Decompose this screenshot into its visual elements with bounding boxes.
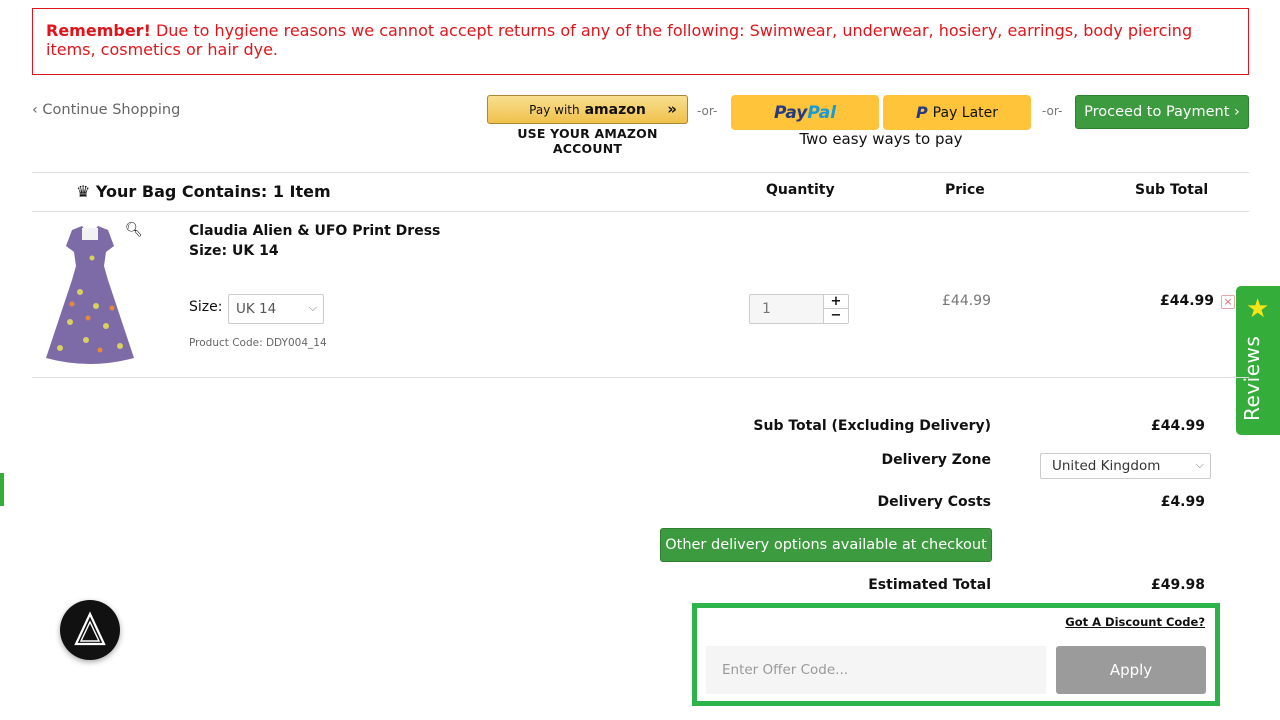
increase-quantity-button[interactable]: + bbox=[824, 295, 848, 309]
price-header: Price bbox=[945, 182, 985, 198]
or-separator: -or- bbox=[1042, 104, 1063, 118]
unit-price: £44.99 bbox=[942, 293, 991, 309]
quantity-buttons: + − bbox=[823, 295, 848, 323]
size-label: Size: bbox=[189, 299, 223, 315]
pay-later-label: Pay Later bbox=[932, 104, 999, 121]
chevron-down-icon: ⌵ bbox=[1195, 458, 1204, 471]
amazon-pay-with: Pay with bbox=[529, 102, 580, 117]
decrease-quantity-button[interactable]: − bbox=[824, 309, 848, 323]
basket-icon: ♛ bbox=[76, 182, 91, 201]
delivery-costs-label: Delivery Costs bbox=[877, 494, 992, 510]
row-subtotal: £44.99 bbox=[1160, 293, 1215, 309]
or-separator: -or- bbox=[697, 104, 718, 118]
reviews-label: Reviews bbox=[1240, 335, 1264, 421]
hygiene-notice: Remember! Due to hygiene reasons we cann… bbox=[32, 8, 1249, 75]
paypal-caption: Two easy ways to pay bbox=[799, 130, 963, 148]
reviews-tab[interactable]: ★ Reviews bbox=[1236, 286, 1280, 435]
size-select-value: UK 14 bbox=[236, 301, 277, 317]
paypal-logo-pay: Pay bbox=[773, 102, 808, 123]
amazon-logo: amazon bbox=[584, 101, 646, 118]
product-name[interactable]: Claudia Alien & UFO Print Dress bbox=[189, 221, 440, 241]
notice-title: Remember! bbox=[46, 21, 151, 40]
notice-text: Due to hygiene reasons we cannot accept … bbox=[46, 21, 1193, 59]
delivery-zone-label: Delivery Zone bbox=[881, 452, 991, 468]
bag-title-text: Your Bag Contains: 1 Item bbox=[95, 182, 331, 201]
chevron-down-icon: ⌵ bbox=[308, 301, 317, 314]
estimated-total-label: Estimated Total bbox=[868, 577, 991, 593]
logo-icon bbox=[74, 611, 106, 646]
paypal-icon: P bbox=[915, 103, 928, 122]
subtotal-label: Sub Total (Excluding Delivery) bbox=[753, 418, 991, 434]
size-select[interactable]: UK 14 ⌵ bbox=[228, 294, 324, 324]
amazon-account-caption: USE YOUR AMAZON ACCOUNT bbox=[517, 126, 658, 156]
remove-item-icon[interactable]: × bbox=[1221, 295, 1235, 309]
estimated-total-value: £49.98 bbox=[1150, 577, 1205, 593]
star-icon: ★ bbox=[1246, 294, 1270, 324]
quantity-stepper: 1 + − bbox=[749, 294, 849, 324]
double-chevron-icon: » bbox=[667, 100, 677, 118]
divider bbox=[32, 172, 1249, 173]
product-thumbnail[interactable] bbox=[42, 222, 138, 367]
bag-title: ♛ Your Bag Contains: 1 Item bbox=[76, 182, 331, 201]
paypal-pay-later-button[interactable]: P Pay Later bbox=[883, 95, 1031, 130]
side-tab[interactable] bbox=[0, 473, 4, 506]
other-delivery-options-button[interactable]: Other delivery options available at chec… bbox=[660, 528, 992, 562]
brand-logo-badge[interactable] bbox=[60, 600, 120, 660]
discount-code-link[interactable]: Got A Discount Code? bbox=[1065, 615, 1205, 629]
product-size-line: Size: UK 14 bbox=[189, 243, 279, 259]
amazon-pay-button[interactable]: Pay with amazon » bbox=[487, 95, 688, 124]
product-code: Product Code: DDY004_14 bbox=[189, 337, 327, 349]
continue-shopping-link[interactable]: ‹ Continue Shopping bbox=[32, 102, 180, 118]
divider bbox=[32, 211, 1249, 212]
subtotal-header: Sub Total bbox=[1135, 182, 1209, 198]
delivery-zone-value: United Kingdom bbox=[1052, 458, 1161, 474]
delivery-zone-select[interactable]: United Kingdom ⌵ bbox=[1040, 453, 1211, 479]
apply-button[interactable]: Apply bbox=[1056, 646, 1206, 694]
divider bbox=[32, 377, 1249, 378]
quantity-input[interactable]: 1 bbox=[762, 301, 771, 317]
paypal-logo-pal: Pal bbox=[807, 102, 837, 123]
offer-code-input[interactable]: Enter Offer Code... bbox=[706, 646, 1046, 694]
quantity-header: Quantity bbox=[766, 182, 835, 198]
product-name-block: Claudia Alien & UFO Print Dress Size: UK… bbox=[189, 221, 440, 261]
paypal-button[interactable]: Pay Pal bbox=[731, 95, 879, 130]
subtotal-value: £44.99 bbox=[1150, 418, 1205, 434]
zoom-icon[interactable]: 🔍︎ bbox=[125, 222, 143, 238]
delivery-costs-value: £4.99 bbox=[1160, 494, 1205, 510]
proceed-to-payment-button[interactable]: Proceed to Payment › bbox=[1075, 95, 1249, 129]
discount-code-box: Got A Discount Code? Enter Offer Code...… bbox=[692, 603, 1220, 706]
